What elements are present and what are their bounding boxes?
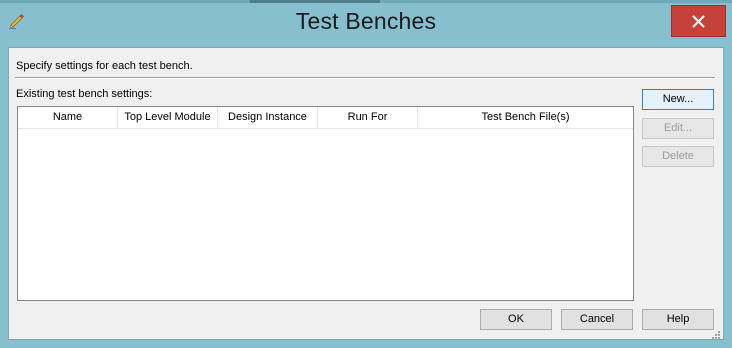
list-header: Name Top Level Module Design Instance Ru…: [18, 107, 633, 129]
dialog-description: Specify settings for each test bench.: [16, 60, 193, 72]
dialog-client-area: Specify settings for each test bench. Ex…: [8, 47, 724, 340]
column-header-top-level-module[interactable]: Top Level Module: [118, 107, 218, 128]
cancel-button[interactable]: Cancel: [561, 309, 633, 330]
window-title: Test Benches: [295, 8, 437, 34]
test-bench-list[interactable]: Name Top Level Module Design Instance Ru…: [17, 106, 634, 301]
edit-button[interactable]: Edit...: [642, 118, 714, 139]
close-button[interactable]: [671, 5, 726, 37]
background-strip: [0, 0, 732, 3]
separator-highlight: [15, 78, 715, 79]
background-shadow: [250, 0, 380, 3]
new-button[interactable]: New...: [642, 89, 714, 110]
delete-button[interactable]: Delete: [642, 146, 714, 167]
column-header-name[interactable]: Name: [18, 107, 118, 128]
resize-grip-icon[interactable]: [711, 327, 721, 339]
column-header-test-bench-files[interactable]: Test Bench File(s): [418, 107, 633, 128]
help-button[interactable]: Help: [642, 309, 714, 330]
ok-button[interactable]: OK: [480, 309, 552, 330]
test-benches-window: Test Benches Specify settings for each t…: [0, 0, 732, 348]
column-header-design-instance[interactable]: Design Instance: [218, 107, 318, 128]
column-header-run-for[interactable]: Run For: [318, 107, 418, 128]
close-icon: [692, 15, 705, 28]
list-label: Existing test bench settings:: [16, 88, 153, 100]
